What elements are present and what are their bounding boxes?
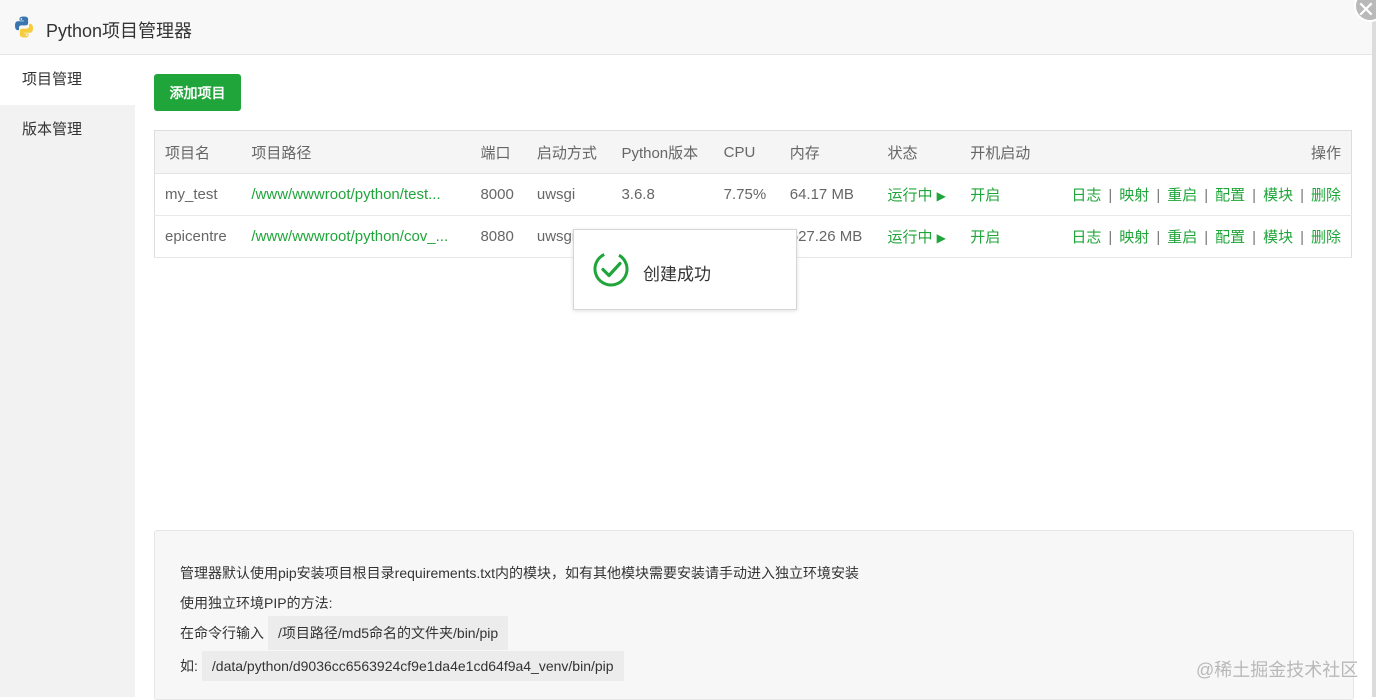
column-header-actions: 操作 [1044, 130, 1352, 174]
info-label: 如: [180, 658, 198, 674]
memory-cell: 64.17 MB [779, 173, 878, 216]
action-separator: | [1300, 229, 1304, 246]
table-header-row: 项目名 项目路径 端口 启动方式 Python版本 CPU 内存 状态 开机启动… [154, 130, 1352, 174]
action-separator: | [1108, 187, 1113, 204]
actions-cell: 日志 | 映射 | 重启 | 配置 | 模块 | 删除 [1044, 215, 1352, 258]
play-icon[interactable]: ▶ [937, 189, 946, 203]
autostart-toggle[interactable]: 开启 [970, 229, 1000, 246]
actions-cell: 日志 | 映射 | 重启 | 配置 | 模块 | 删除 [1044, 173, 1352, 216]
log-action[interactable]: 日志 [1071, 187, 1101, 204]
method-cell: uwsgi [526, 173, 612, 216]
project-path-link[interactable]: /www/wwwroot/python/cov_... [251, 228, 448, 245]
watermark: @稀土掘金技术社区 [1196, 660, 1359, 680]
code-snippet: /data/python/d9036cc6563924cf9e1da4e1cd6… [201, 651, 624, 681]
window-title: Python项目管理器 [46, 21, 193, 41]
info-text-line: 使用独立环境PIP的方法: [180, 595, 333, 611]
column-header-autostart: 开机启动 [960, 130, 1045, 174]
column-header-memory: 内存 [779, 130, 878, 174]
close-icon: ✕ [1356, 0, 1376, 22]
info-label: 在命令行输入 [180, 625, 264, 641]
column-header-version: Python版本 [611, 130, 714, 174]
check-circle-icon [593, 251, 629, 287]
sidebar-item-version-management[interactable]: 版本管理 [0, 105, 135, 155]
column-header-status: 状态 [877, 130, 961, 174]
window-edge [1372, 0, 1376, 697]
project-name-cell: my_test [154, 173, 242, 216]
action-separator: | [1156, 229, 1161, 246]
status-text[interactable]: 运行中 [888, 187, 933, 204]
close-button[interactable]: ✕ [1354, 0, 1376, 22]
info-panel: 管理器默认使用pip安装项目根目录requirements.txt内的模块，如有… [154, 530, 1354, 700]
cpu-cell: 7.75% [713, 173, 780, 216]
module-action[interactable]: 模块 [1263, 187, 1293, 204]
python-logo-icon [15, 16, 33, 38]
mapping-action[interactable]: 映射 [1119, 187, 1149, 204]
project-path-cell: /www/wwwroot/python/test... [241, 173, 471, 216]
delete-action[interactable]: 删除 [1311, 187, 1341, 204]
column-header-name: 项目名 [154, 130, 242, 174]
project-name-cell: epicentre [154, 215, 242, 258]
autostart-cell[interactable]: 开启 [960, 173, 1045, 216]
log-action[interactable]: 日志 [1071, 229, 1101, 246]
column-header-method: 启动方式 [526, 130, 612, 174]
status-cell[interactable]: 运行中 ▶ [877, 215, 961, 258]
config-action[interactable]: 配置 [1215, 187, 1245, 204]
sidebar-item-project-management[interactable]: 项目管理 [0, 55, 135, 105]
code-snippet: /项目路径/md5命名的文件夹/bin/pip [268, 616, 509, 650]
port-cell: 8000 [470, 173, 527, 216]
info-command-line: 在命令行输入/项目路径/md5命名的文件夹/bin/pip [180, 616, 509, 650]
success-toast: 创建成功 [573, 229, 797, 310]
restart-action[interactable]: 重启 [1167, 187, 1197, 204]
status-cell[interactable]: 运行中 ▶ [877, 173, 961, 216]
info-example-line: 如:/data/python/d9036cc6563924cf9e1da4e1c… [180, 651, 624, 681]
action-separator: | [1252, 229, 1257, 246]
window-titlebar: Python项目管理器 [0, 0, 1372, 55]
project-path-cell: /www/wwwroot/python/cov_... [241, 215, 471, 258]
module-action[interactable]: 模块 [1263, 229, 1293, 246]
project-path-link[interactable]: /www/wwwroot/python/test... [251, 186, 440, 203]
mapping-action[interactable]: 映射 [1119, 229, 1149, 246]
column-header-cpu: CPU [713, 130, 780, 174]
restart-action[interactable]: 重启 [1167, 229, 1197, 246]
config-action[interactable]: 配置 [1215, 229, 1245, 246]
port-cell: 8080 [470, 215, 527, 258]
action-separator: | [1300, 187, 1304, 204]
sidebar: 项目管理 版本管理 [0, 55, 135, 697]
table-row: my_test /www/wwwroot/python/test... 8000… [154, 173, 1352, 216]
status-text[interactable]: 运行中 [888, 229, 933, 246]
autostart-cell[interactable]: 开启 [960, 215, 1045, 258]
column-header-path: 项目路径 [241, 130, 471, 174]
action-separator: | [1156, 187, 1161, 204]
add-project-button[interactable]: 添加项目 [154, 74, 241, 111]
action-separator: | [1204, 229, 1209, 246]
project-name: epicentre [165, 228, 227, 246]
toast-message: 创建成功 [643, 265, 711, 284]
info-text-line: 管理器默认使用pip安装项目根目录requirements.txt内的模块，如有… [180, 565, 860, 581]
play-icon[interactable]: ▶ [937, 231, 946, 245]
autostart-toggle[interactable]: 开启 [970, 187, 1000, 204]
action-separator: | [1252, 187, 1257, 204]
action-separator: | [1108, 229, 1113, 246]
project-name: my_test [165, 186, 218, 204]
delete-action[interactable]: 删除 [1311, 229, 1341, 246]
version-cell: 3.6.8 [611, 173, 714, 216]
column-header-port: 端口 [470, 130, 527, 174]
action-separator: | [1204, 187, 1209, 204]
